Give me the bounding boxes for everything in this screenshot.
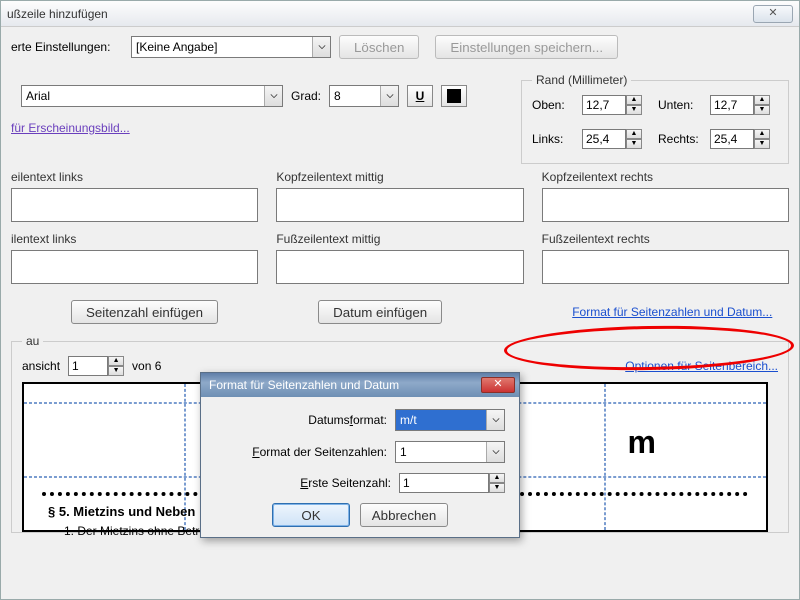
chevron-down-icon[interactable]	[486, 442, 504, 462]
cancel-button[interactable]: Abbrechen	[360, 503, 448, 527]
footer-center-input[interactable]	[276, 250, 523, 284]
titlebar: ußzeile hinzufügen ✕	[1, 1, 799, 27]
date-format-value: m/t	[400, 413, 417, 427]
date-format-label: Datumsformat:	[215, 413, 387, 427]
saved-settings-value: [Keine Angabe]	[136, 40, 217, 54]
chevron-down-icon[interactable]	[380, 86, 398, 106]
insert-date-button[interactable]: Datum einfügen	[318, 300, 442, 324]
first-page-label: Erste Seitenzahl:	[215, 476, 391, 490]
font-name: Arial	[26, 89, 50, 103]
margin-left-label: Links:	[532, 132, 574, 146]
preview-page-input[interactable]: ▲▼	[68, 356, 124, 376]
header-right-input[interactable]	[542, 188, 789, 222]
ok-button[interactable]: OK	[272, 503, 350, 527]
window-title: ußzeile hinzufügen	[7, 7, 108, 21]
save-settings-button: Einstellungen speichern...	[435, 35, 618, 59]
pagenum-format-combo[interactable]: 1	[395, 441, 505, 463]
margin-bottom-label: Unten:	[658, 98, 702, 112]
font-combo[interactable]: Arial	[21, 85, 283, 107]
chevron-down-icon[interactable]	[264, 86, 282, 106]
margin-top-label: Oben:	[532, 98, 574, 112]
close-icon[interactable]: ✕	[753, 5, 793, 23]
footer-center-label: Fußzeilentext mittig	[276, 232, 523, 246]
page-date-format-dialog: Format für Seitenzahlen und Datum ✕ Datu…	[200, 372, 520, 538]
date-format-combo[interactable]: m/t	[395, 409, 505, 431]
header-left-input[interactable]	[11, 188, 258, 222]
margin-bottom-input[interactable]: ▲▼	[710, 95, 770, 115]
header-center-input[interactable]	[276, 188, 523, 222]
insert-page-number-button[interactable]: Seitenzahl einfügen	[71, 300, 218, 324]
header-right-label: Kopfzeilentext rechts	[542, 170, 789, 184]
header-left-label: eilentext links	[11, 170, 258, 184]
chevron-down-icon[interactable]	[486, 410, 504, 430]
footer-left-label: ilentext links	[11, 232, 258, 246]
font-size-value: 8	[334, 89, 341, 103]
saved-settings-combo[interactable]: [Keine Angabe]	[131, 36, 331, 58]
pagenum-format-label: Format der Seitenzahlen:	[215, 445, 387, 459]
modal-close-icon[interactable]: ✕	[481, 377, 515, 393]
preview-glyph: m	[628, 424, 656, 461]
preview-page-of: von 6	[132, 359, 161, 373]
margins-legend: Rand (Millimeter)	[532, 73, 631, 87]
font-color-button[interactable]	[441, 85, 467, 107]
margin-right-input[interactable]: ▲▼	[710, 129, 770, 149]
underline-button[interactable]: U	[407, 85, 433, 107]
appearance-link[interactable]: für Erscheinungsbild...	[11, 121, 130, 135]
margins-group: Rand (Millimeter) Oben: ▲▼ Unten: ▲▼ Lin…	[521, 73, 789, 164]
preview-page-label: ansicht	[22, 359, 60, 373]
first-page-input[interactable]: ▲▼	[399, 473, 505, 493]
footer-right-input[interactable]	[542, 250, 789, 284]
margin-left-input[interactable]: ▲▼	[582, 129, 642, 149]
preview-doc-heading: § 5. Mietzins und Neben	[48, 504, 195, 519]
chevron-down-icon[interactable]	[312, 37, 330, 57]
font-size-label: Grad:	[291, 89, 321, 103]
header-center-label: Kopfzeilentext mittig	[276, 170, 523, 184]
preview-legend: au	[22, 334, 43, 348]
page-range-options-link[interactable]: Optionen für Seitenbereich...	[625, 359, 778, 373]
saved-settings-label: erte Einstellungen:	[11, 40, 123, 54]
margin-right-label: Rechts:	[658, 132, 702, 146]
delete-button: Löschen	[339, 35, 419, 59]
footer-left-input[interactable]	[11, 250, 258, 284]
modal-title: Format für Seitenzahlen und Datum	[209, 378, 399, 392]
footer-right-label: Fußzeilentext rechts	[542, 232, 789, 246]
pagenum-format-value: 1	[400, 445, 407, 459]
font-size-combo[interactable]: 8	[329, 85, 399, 107]
modal-titlebar: Format für Seitenzahlen und Datum ✕	[201, 373, 519, 397]
page-date-format-link[interactable]: Format für Seitenzahlen und Datum...	[572, 305, 772, 319]
margin-top-input[interactable]: ▲▼	[582, 95, 642, 115]
